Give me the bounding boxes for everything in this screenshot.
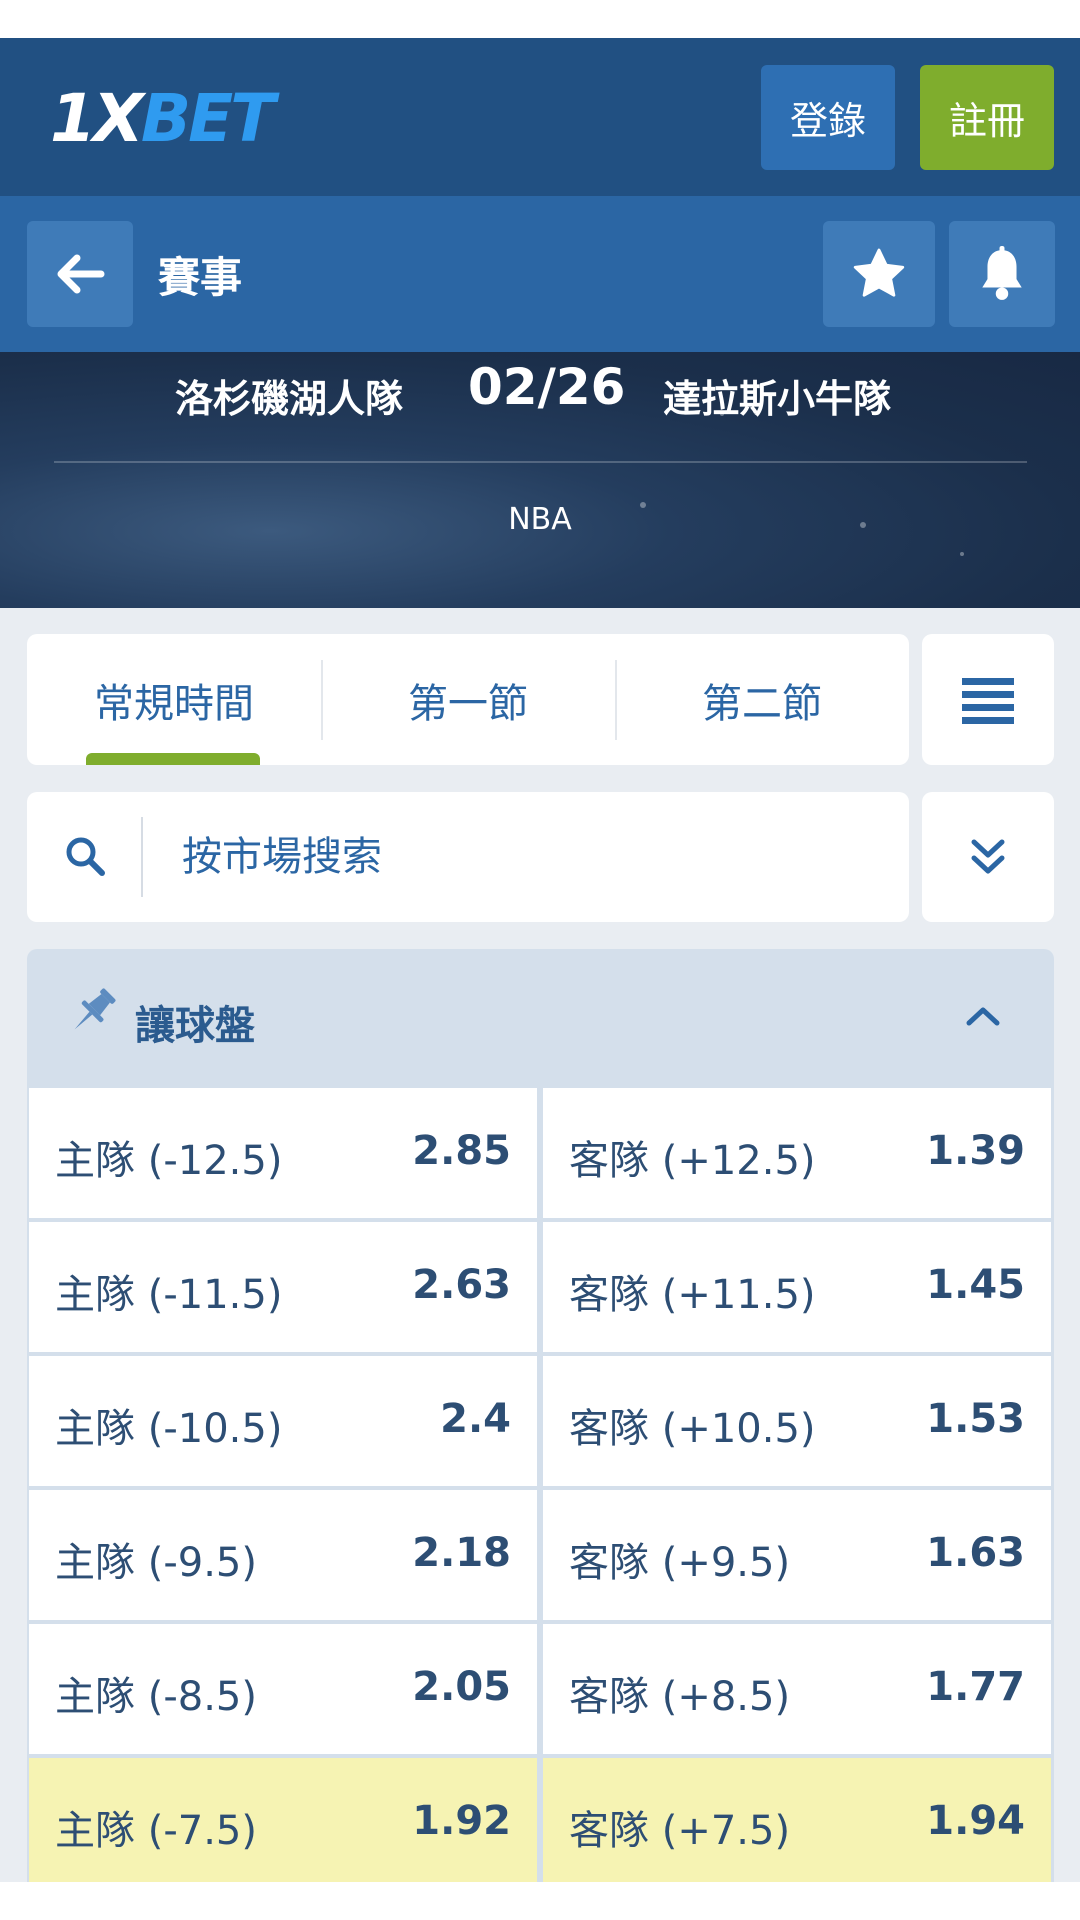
tab-second-quarter[interactable]: 第二節 xyxy=(615,634,909,765)
market-search-input[interactable] xyxy=(182,822,882,892)
favorite-button[interactable] xyxy=(823,221,935,327)
odds-value: 2.18 xyxy=(412,1530,511,1576)
odds-cell-away[interactable]: 客隊 (+11.5) 1.45 xyxy=(543,1222,1051,1352)
odds-cell-away[interactable]: 客隊 (+7.5) 1.94 xyxy=(543,1758,1051,1882)
active-tab-indicator xyxy=(86,753,260,765)
odds-value: 1.94 xyxy=(926,1798,1025,1844)
odds-label: 客隊 (+8.5) xyxy=(569,1674,791,1720)
odds-value: 1.45 xyxy=(926,1262,1025,1308)
odds-label: 客隊 (+12.5) xyxy=(569,1138,816,1184)
odds-cell-home[interactable]: 主隊 (-9.5) 2.18 xyxy=(29,1490,537,1620)
odds-value: 1.77 xyxy=(926,1664,1025,1710)
expand-all-button[interactable] xyxy=(922,792,1054,922)
odds-value: 2.63 xyxy=(412,1262,511,1308)
market-header[interactable]: 讓球盤 xyxy=(27,949,1054,1086)
odds-cell-away[interactable]: 客隊 (+10.5) 1.53 xyxy=(543,1356,1051,1486)
odds-label: 主隊 (-8.5) xyxy=(55,1674,257,1720)
banner-divider xyxy=(54,461,1027,463)
odds-label: 客隊 (+11.5) xyxy=(569,1272,816,1318)
odds-value: 2.4 xyxy=(440,1396,511,1442)
login-button[interactable]: 登錄 xyxy=(761,65,895,170)
chevron-up-icon[interactable] xyxy=(965,1001,1001,1027)
bottom-strip xyxy=(0,1882,1080,1920)
odds-cell-home[interactable]: 主隊 (-11.5) 2.63 xyxy=(29,1222,537,1352)
odds-label: 主隊 (-7.5) xyxy=(55,1808,257,1854)
odds-cell-away[interactable]: 客隊 (+9.5) 1.63 xyxy=(543,1490,1051,1620)
market-search-bar xyxy=(27,792,909,922)
bell-icon xyxy=(982,246,1022,300)
odds-value: 1.53 xyxy=(926,1396,1025,1442)
odds-cell-home[interactable]: 主隊 (-8.5) 2.05 xyxy=(29,1624,537,1754)
odds-label: 主隊 (-10.5) xyxy=(55,1406,283,1452)
match-date: 02/26 xyxy=(468,358,626,416)
double-chevron-down-icon xyxy=(971,839,1005,874)
register-button[interactable]: 註冊 xyxy=(920,65,1054,170)
odds-cell-home[interactable]: 主隊 (-7.5) 1.92 xyxy=(29,1758,537,1882)
page-title: 賽事 xyxy=(158,253,243,302)
odds-value: 2.85 xyxy=(412,1128,511,1174)
odds-value: 2.05 xyxy=(412,1664,511,1710)
brand-header: 1X BET 登錄 註冊 xyxy=(0,38,1080,196)
odds-value: 1.92 xyxy=(412,1798,511,1844)
odds-label: 主隊 (-9.5) xyxy=(55,1540,257,1586)
odds-label: 主隊 (-12.5) xyxy=(55,1138,283,1184)
odds-cell-home[interactable]: 主隊 (-10.5) 2.4 xyxy=(29,1356,537,1486)
market-title: 讓球盤 xyxy=(135,1003,255,1049)
page-nav-bar: 賽事 xyxy=(0,196,1080,352)
pin-icon[interactable] xyxy=(65,983,121,1039)
odds-cell-away[interactable]: 客隊 (+8.5) 1.77 xyxy=(543,1624,1051,1754)
logo[interactable]: 1X BET xyxy=(50,79,275,157)
search-divider xyxy=(141,817,143,897)
home-team-name: 洛杉磯湖人隊 xyxy=(175,377,404,421)
more-periods-button[interactable] xyxy=(922,634,1054,765)
period-tabs: 常規時間 第一節 第二節 xyxy=(27,634,909,765)
away-team-name: 達拉斯小牛隊 xyxy=(663,377,892,421)
arrow-left-icon xyxy=(57,254,105,294)
odds-value: 1.39 xyxy=(926,1128,1025,1174)
handicap-market: 讓球盤 主隊 (-12.5) 2.85 客隊 (+12.5) 1.39 主隊 (-1… xyxy=(27,949,1054,1882)
tab-first-quarter[interactable]: 第一節 xyxy=(321,634,615,765)
odds-label: 客隊 (+7.5) xyxy=(569,1808,791,1854)
odds-label: 主隊 (-11.5) xyxy=(55,1272,283,1318)
match-banner: 洛杉磯湖人隊 02/26 達拉斯小牛隊 NBA xyxy=(0,352,1080,608)
logo-text-bet: BET xyxy=(140,79,275,157)
star-icon xyxy=(853,248,905,297)
status-strip xyxy=(0,0,1080,38)
back-button[interactable] xyxy=(27,221,133,327)
hamburger-menu-icon xyxy=(962,677,1014,724)
logo-text-1x: 1X xyxy=(50,79,144,157)
league-name: NBA xyxy=(508,502,572,537)
odds-label: 客隊 (+9.5) xyxy=(569,1540,791,1586)
odds-cell-home[interactable]: 主隊 (-12.5) 2.85 xyxy=(29,1088,537,1218)
search-icon xyxy=(66,837,105,876)
odds-cell-away[interactable]: 客隊 (+12.5) 1.39 xyxy=(543,1088,1051,1218)
tab-regular-time[interactable]: 常規時間 xyxy=(27,634,321,765)
notification-button[interactable] xyxy=(949,221,1055,327)
odds-label: 客隊 (+10.5) xyxy=(569,1406,816,1452)
odds-value: 1.63 xyxy=(926,1530,1025,1576)
